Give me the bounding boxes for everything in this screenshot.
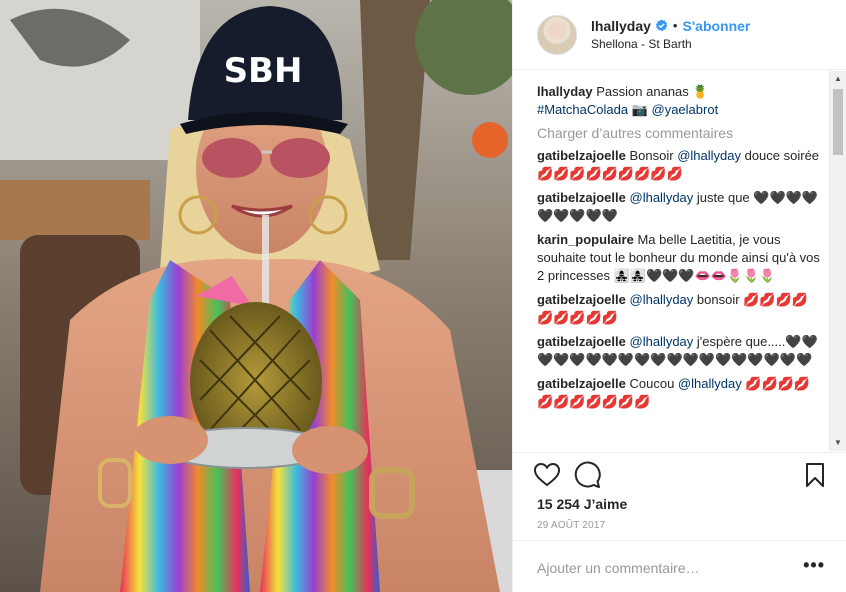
comment-mention[interactable]: @lhallyday: [678, 376, 742, 391]
header-separator: •: [672, 17, 678, 33]
comment-item: gatibelzajoelle Coucou @lhallyday 💋💋💋💋💋💋…: [537, 375, 823, 411]
comment-username[interactable]: karin_populaire: [537, 232, 634, 247]
comment-username[interactable]: gatibelzajoelle: [537, 190, 626, 205]
comment-mention[interactable]: @lhallyday: [630, 334, 694, 349]
heart-icon[interactable]: [533, 461, 561, 489]
caption-hashtag[interactable]: #MatchaColada: [537, 102, 628, 117]
comment-item: gatibelzajoelle Bonsoir @lhallyday douce…: [537, 147, 823, 183]
load-more-comments-button[interactable]: Charger d’autres commentaires: [537, 125, 823, 141]
bookmark-icon[interactable]: [801, 461, 829, 489]
caption-mention[interactable]: @yaelabrot: [652, 102, 719, 117]
header-text: lhallyday • S'abonner Shellona - St Bart…: [591, 17, 750, 53]
follow-button[interactable]: S'abonner: [682, 17, 750, 35]
add-comment-section: •••: [513, 540, 846, 592]
comment-item: gatibelzajoelle @lhallyday j'espère que.…: [537, 333, 823, 369]
comment-username[interactable]: gatibelzajoelle: [537, 334, 626, 349]
verified-badge-icon: [655, 19, 668, 32]
comment-item: gatibelzajoelle @lhallyday bonsoir 💋💋💋💋💋…: [537, 291, 823, 327]
action-bar: [513, 452, 846, 492]
photo-illustration: SBH: [0, 0, 512, 592]
post-header: lhallyday • S'abonner Shellona - St Bart…: [513, 0, 846, 70]
header-username[interactable]: lhallyday: [591, 17, 651, 35]
caption-text: Passion ananas 🍍: [596, 84, 709, 99]
header-line: lhallyday • S'abonner: [591, 17, 750, 35]
comment-mention[interactable]: @lhallyday: [677, 148, 741, 163]
scroll-down-arrow-icon[interactable]: ▼: [830, 435, 846, 451]
add-comment-input[interactable]: [537, 558, 777, 578]
comment-username[interactable]: gatibelzajoelle: [537, 292, 626, 307]
comment-text-pre: Bonsoir: [629, 148, 678, 163]
comment-mention[interactable]: @lhallyday: [630, 190, 694, 205]
post-photo[interactable]: SBH: [0, 0, 512, 592]
likes-count[interactable]: 15 254 J’aime: [537, 496, 627, 512]
avatar[interactable]: [537, 14, 577, 55]
scroll-up-arrow-icon[interactable]: ▲: [830, 71, 846, 87]
scroll-thumb[interactable]: [833, 89, 843, 155]
comment-text-pre: Coucou: [629, 376, 678, 391]
comments-scrollbar[interactable]: ▲ ▼: [829, 71, 846, 451]
comment-username[interactable]: gatibelzajoelle: [537, 376, 626, 391]
comment-item: gatibelzajoelle @lhallyday juste que 🖤🖤🖤…: [537, 189, 823, 225]
post-date[interactable]: 29 AOÛT 2017: [537, 520, 605, 531]
more-options-button[interactable]: •••: [803, 555, 825, 576]
caption: lhallyday Passion ananas 🍍 #MatchaColada…: [537, 83, 823, 119]
comment-bubble-icon[interactable]: [573, 461, 601, 489]
comment-mention[interactable]: @lhallyday: [630, 292, 694, 307]
comment-item: karin_populaire Ma belle Laetitia, je vo…: [537, 231, 823, 285]
location-link[interactable]: Shellona - St Barth: [591, 35, 750, 53]
comments-list[interactable]: lhallyday Passion ananas 🍍 #MatchaColada…: [513, 71, 846, 451]
post-side-panel: lhallyday • S'abonner Shellona - St Bart…: [512, 0, 846, 592]
camera-emoji: 📷: [631, 102, 648, 117]
comment-username[interactable]: gatibelzajoelle: [537, 148, 626, 163]
cap-text: SBH: [224, 51, 303, 91]
caption-username[interactable]: lhallyday: [537, 84, 593, 99]
